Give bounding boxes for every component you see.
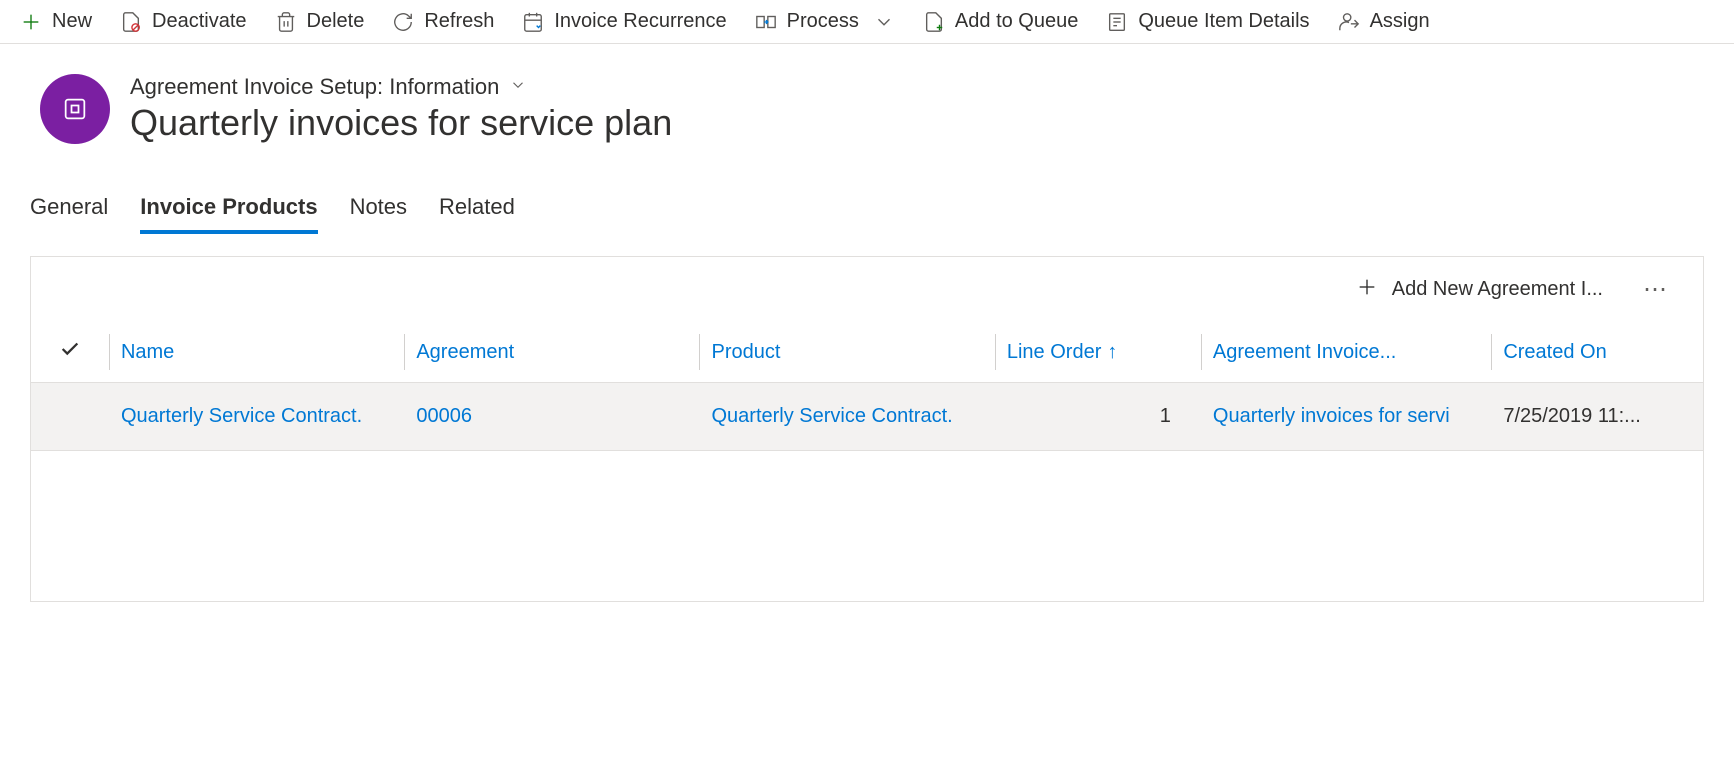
sort-ascending-icon: ↑ [1107, 341, 1117, 364]
new-label: New [52, 10, 92, 33]
new-button[interactable]: New [20, 10, 92, 33]
tab-invoice-products[interactable]: Invoice Products [140, 194, 317, 234]
cell-name[interactable]: Quarterly Service Contract. [109, 383, 404, 451]
grid-toolbar: Add New Agreement I... ⋯ [31, 257, 1703, 322]
delete-label: Delete [307, 10, 365, 33]
command-bar: New Deactivate Delete Refresh Invoice Re… [0, 0, 1734, 44]
process-button[interactable]: Process [755, 10, 895, 33]
row-selector[interactable] [31, 383, 109, 451]
column-agreement[interactable]: Agreement [404, 322, 699, 383]
assign-button[interactable]: Assign [1338, 10, 1430, 33]
column-product[interactable]: Product [699, 322, 994, 383]
invoice-recurrence-button[interactable]: Invoice Recurrence [522, 10, 726, 33]
queue-item-details-button[interactable]: Queue Item Details [1106, 10, 1309, 33]
add-to-queue-label: Add to Queue [955, 10, 1078, 33]
add-to-queue-button[interactable]: Add to Queue [923, 10, 1078, 33]
invoice-recurrence-label: Invoice Recurrence [554, 10, 726, 33]
entity-avatar [40, 74, 110, 144]
deactivate-icon [120, 11, 142, 33]
cell-created-on: 7/25/2019 11:... [1491, 383, 1703, 451]
header-text: Agreement Invoice Setup: Information Qua… [130, 74, 672, 144]
cell-agreement-invoice[interactable]: Quarterly invoices for servi [1201, 383, 1491, 451]
add-new-label: Add New Agreement I... [1392, 278, 1603, 301]
chevron-down-icon [509, 74, 527, 100]
refresh-label: Refresh [424, 10, 494, 33]
queue-item-details-label: Queue Item Details [1138, 10, 1309, 33]
tab-related[interactable]: Related [439, 194, 515, 234]
queue-add-icon [923, 11, 945, 33]
column-created-on[interactable]: Created On [1491, 322, 1703, 383]
deactivate-button[interactable]: Deactivate [120, 10, 247, 33]
refresh-button[interactable]: Refresh [392, 10, 494, 33]
page-title: Quarterly invoices for service plan [130, 102, 672, 144]
grid-table: Name Agreement Product Line Order↑ Agree… [31, 322, 1703, 451]
cell-agreement[interactable]: 00006 [404, 383, 699, 451]
form-label: Agreement Invoice Setup: Information [130, 74, 499, 100]
trash-icon [275, 11, 297, 33]
plus-icon [1356, 276, 1378, 304]
add-new-agreement-button[interactable]: Add New Agreement I... [1356, 276, 1603, 304]
record-header: Agreement Invoice Setup: Information Qua… [0, 44, 1734, 154]
delete-button[interactable]: Delete [275, 10, 365, 33]
chevron-down-icon [873, 11, 895, 33]
calendar-icon [522, 11, 544, 33]
assign-label: Assign [1370, 10, 1430, 33]
table-row[interactable]: Quarterly Service Contract. 00006 Quarte… [31, 383, 1703, 451]
deactivate-label: Deactivate [152, 10, 247, 33]
process-icon [755, 11, 777, 33]
select-all-column[interactable] [31, 322, 109, 383]
grid-empty-space [31, 451, 1703, 601]
assign-icon [1338, 11, 1360, 33]
tab-bar: General Invoice Products Notes Related [0, 154, 1734, 234]
column-agreement-invoice[interactable]: Agreement Invoice... [1201, 322, 1491, 383]
form-selector[interactable]: Agreement Invoice Setup: Information [130, 74, 672, 100]
tab-notes[interactable]: Notes [350, 194, 407, 234]
subgrid: Add New Agreement I... ⋯ Name Agreement … [30, 256, 1704, 602]
process-label: Process [787, 10, 859, 33]
header-row: Name Agreement Product Line Order↑ Agree… [31, 322, 1703, 383]
more-commands-button[interactable]: ⋯ [1633, 275, 1679, 304]
cell-product[interactable]: Quarterly Service Contract. [699, 383, 994, 451]
tab-general[interactable]: General [30, 194, 108, 234]
column-line-order[interactable]: Line Order↑ [995, 322, 1201, 383]
queue-details-icon [1106, 11, 1128, 33]
column-name[interactable]: Name [109, 322, 404, 383]
cell-line-order: 1 [995, 383, 1201, 451]
plus-icon [20, 11, 42, 33]
refresh-icon [392, 11, 414, 33]
